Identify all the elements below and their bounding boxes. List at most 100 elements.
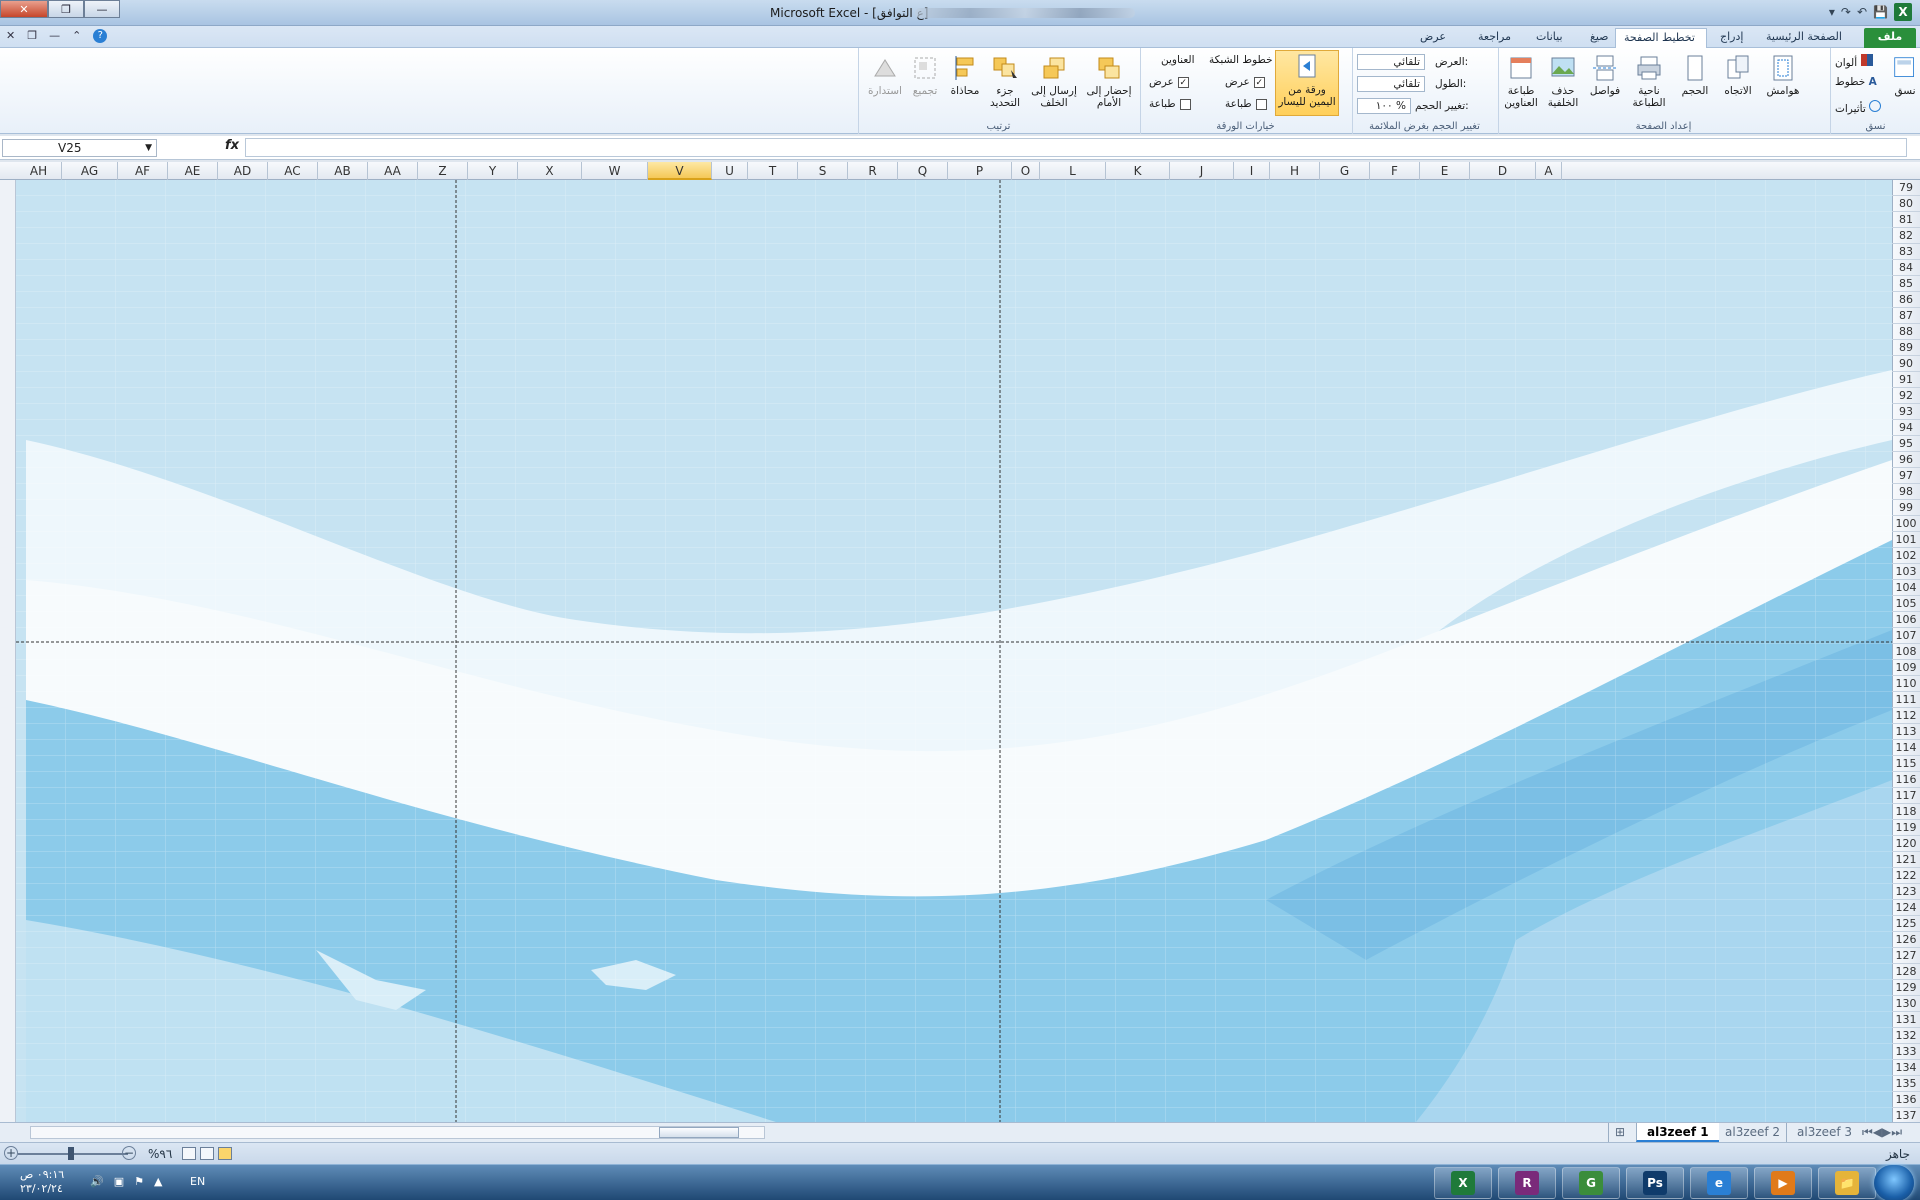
name-box[interactable]: V25 ▼	[2, 139, 157, 157]
action-center-icon[interactable]: ⚑	[134, 1175, 144, 1188]
zoom-out-button[interactable]: −	[122, 1146, 136, 1160]
column-header-a[interactable]: A	[1536, 162, 1562, 180]
row-header[interactable]: 112	[1892, 708, 1920, 724]
sheet-tab-3[interactable]: al3zeef 3	[1786, 1123, 1862, 1142]
row-header[interactable]: 128	[1892, 964, 1920, 980]
column-header-ab[interactable]: AB	[318, 162, 368, 180]
save-button[interactable]: 💾	[1873, 5, 1888, 19]
taskbar-app[interactable]: R	[1498, 1167, 1556, 1199]
column-header-w[interactable]: W	[582, 162, 648, 180]
row-header[interactable]: 126	[1892, 932, 1920, 948]
close-workbook-icon[interactable]: ✕	[6, 29, 15, 43]
orientation-button[interactable]: الاتجاه	[1717, 54, 1759, 97]
restore-button[interactable]: ❐	[48, 0, 84, 18]
column-header-o[interactable]: O	[1012, 162, 1040, 180]
breaks-button[interactable]: فواصل	[1585, 54, 1625, 97]
sheet-right-to-left-button[interactable]: ورقة من اليمين لليسار	[1275, 50, 1339, 116]
row-header[interactable]: 119	[1892, 820, 1920, 836]
row-header[interactable]: 91	[1892, 372, 1920, 388]
row-header[interactable]: 108	[1892, 644, 1920, 660]
row-header[interactable]: 85	[1892, 276, 1920, 292]
row-header[interactable]: 121	[1892, 852, 1920, 868]
column-header-ad[interactable]: AD	[218, 162, 268, 180]
restore-workbook-icon[interactable]: ❐	[27, 29, 37, 43]
column-header-k[interactable]: K	[1106, 162, 1170, 180]
help-icon[interactable]: ?	[93, 29, 108, 43]
print-area-button[interactable]: ناحية الطباعة	[1627, 54, 1671, 109]
row-header[interactable]: 103	[1892, 564, 1920, 580]
tab-data[interactable]: بيانات	[1528, 28, 1571, 48]
headings-print-checkbox[interactable]: طباعة	[1149, 98, 1191, 110]
themes-button[interactable]: نسق	[1891, 54, 1919, 97]
zoom-slider-knob[interactable]	[68, 1147, 74, 1160]
sheet-tab-1[interactable]: al3zeef 1	[1636, 1123, 1719, 1142]
column-header-r[interactable]: R	[848, 162, 898, 180]
tab-review[interactable]: مراجعة	[1470, 28, 1519, 48]
effects-button[interactable]: تأثيرات	[1835, 100, 1882, 115]
headings-view-checkbox[interactable]: عرض ✓	[1149, 76, 1189, 88]
bring-forward-button[interactable]: إحضار إلى الأمام	[1083, 54, 1135, 109]
row-header[interactable]: 106	[1892, 612, 1920, 628]
show-hidden-icons[interactable]: ▲	[154, 1175, 162, 1188]
row-header[interactable]: 132	[1892, 1028, 1920, 1044]
row-header[interactable]: 81	[1892, 212, 1920, 228]
column-header-ae[interactable]: AE	[168, 162, 218, 180]
row-header[interactable]: 94	[1892, 420, 1920, 436]
row-header[interactable]: 101	[1892, 532, 1920, 548]
row-header[interactable]: 135	[1892, 1076, 1920, 1092]
taskbar-app[interactable]: Ps	[1626, 1167, 1684, 1199]
row-header[interactable]: 114	[1892, 740, 1920, 756]
row-header[interactable]: 83	[1892, 244, 1920, 260]
column-header-p[interactable]: P	[948, 162, 1012, 180]
taskbar-app[interactable]: e	[1690, 1167, 1748, 1199]
row-header[interactable]: 127	[1892, 948, 1920, 964]
row-header[interactable]: 79	[1892, 180, 1920, 196]
column-header-z[interactable]: Z	[418, 162, 468, 180]
column-header-x[interactable]: X	[518, 162, 582, 180]
column-header-y[interactable]: Y	[468, 162, 518, 180]
vertical-scrollbar[interactable]	[0, 180, 16, 1122]
row-header[interactable]: 113	[1892, 724, 1920, 740]
row-header[interactable]: 93	[1892, 404, 1920, 420]
row-header[interactable]: 98	[1892, 484, 1920, 500]
width-dropdown[interactable]: تلقائي	[1357, 54, 1425, 70]
row-header[interactable]: 122	[1892, 868, 1920, 884]
page-break-view-icon[interactable]	[182, 1147, 196, 1160]
tab-insert[interactable]: إدراج	[1712, 28, 1751, 48]
row-header[interactable]: 120	[1892, 836, 1920, 852]
fonts-button[interactable]: خطوط A	[1835, 76, 1877, 88]
column-header-i[interactable]: I	[1234, 162, 1270, 180]
zoom-level[interactable]: %٩٦	[148, 1147, 172, 1161]
clock[interactable]: ٠٩:١٦ ص ٢٣/٠٢/٢٤	[20, 1168, 64, 1196]
sheet-tab-2[interactable]: al3zeef 2	[1714, 1123, 1790, 1142]
row-header[interactable]: 99	[1892, 500, 1920, 516]
row-header[interactable]: 123	[1892, 884, 1920, 900]
row-header[interactable]: 115	[1892, 756, 1920, 772]
row-header[interactable]: 136	[1892, 1092, 1920, 1108]
row-header[interactable]: 87	[1892, 308, 1920, 324]
scale-spinner[interactable]: ١٠٠ %	[1357, 98, 1411, 114]
row-header[interactable]: 104	[1892, 580, 1920, 596]
row-header[interactable]: 86	[1892, 292, 1920, 308]
gridlines-view-checkbox[interactable]: عرض ✓	[1225, 76, 1265, 88]
column-header-g[interactable]: G	[1320, 162, 1370, 180]
column-header-aa[interactable]: AA	[368, 162, 418, 180]
row-header[interactable]: 80	[1892, 196, 1920, 212]
insert-function-icon[interactable]: fx	[225, 138, 239, 153]
group-objects-button[interactable]: تجميع	[907, 54, 943, 97]
row-header[interactable]: 102	[1892, 548, 1920, 564]
row-header[interactable]: 100	[1892, 516, 1920, 532]
height-dropdown[interactable]: تلقائي	[1357, 76, 1425, 92]
selection-pane-button[interactable]: جزء التحديد	[985, 54, 1025, 109]
row-header[interactable]: 133	[1892, 1044, 1920, 1060]
column-header-d[interactable]: D	[1470, 162, 1536, 180]
column-header-u[interactable]: U	[712, 162, 748, 180]
row-header[interactable]: 90	[1892, 356, 1920, 372]
row-header[interactable]: 92	[1892, 388, 1920, 404]
name-box-dropdown-icon[interactable]: ▼	[145, 140, 152, 156]
close-button[interactable]: ✕	[0, 0, 48, 18]
row-header[interactable]: 89	[1892, 340, 1920, 356]
taskbar-app[interactable]: ▶	[1754, 1167, 1812, 1199]
delete-background-button[interactable]: حذف الخلفية	[1543, 54, 1583, 109]
column-header-l[interactable]: L	[1040, 162, 1106, 180]
